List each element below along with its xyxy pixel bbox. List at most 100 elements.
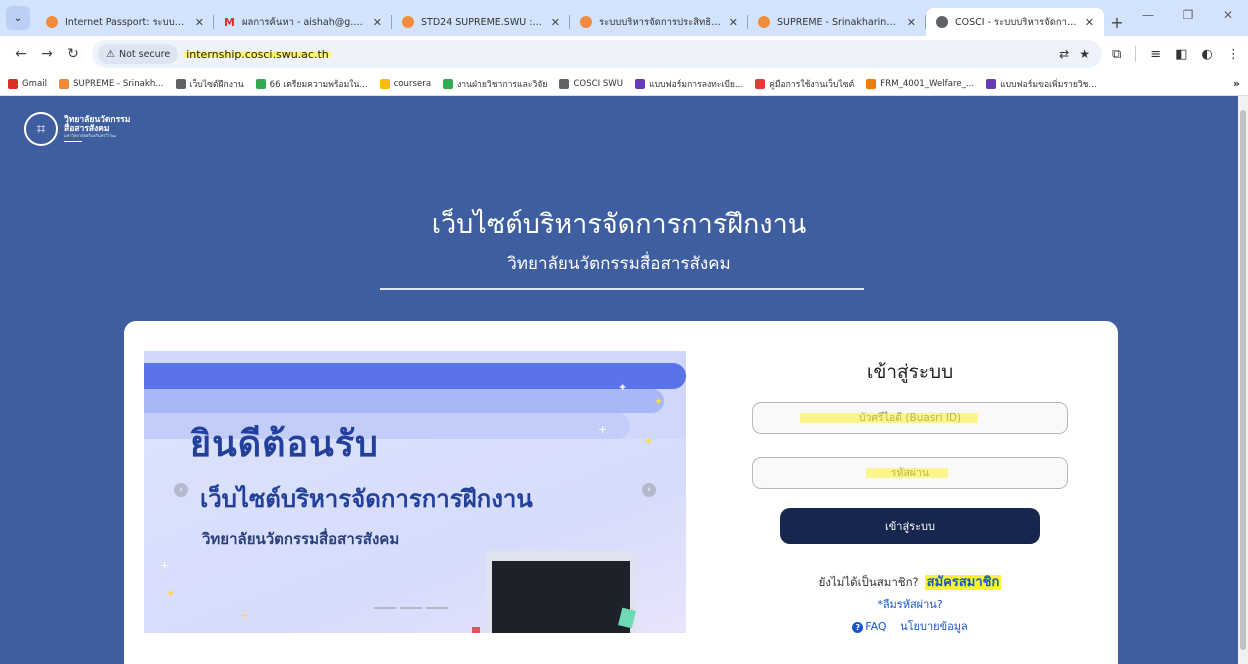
tab-label: Internet Passport: ระบบยืนยันตัว: [65, 16, 189, 28]
banner-college-text: วิทยาลัยนวัตกรรมสื่อสารสังคม: [202, 530, 400, 548]
favicon-icon: [580, 16, 592, 28]
decoration-shape: [472, 627, 480, 633]
bookmark-label: คู่มือการใช้งานเว็บไซต์: [769, 79, 855, 90]
back-button[interactable]: ←: [8, 41, 34, 67]
arrow-left-icon: ←: [15, 46, 27, 62]
browser-toolbar: ← → ↻ ⚠ Not secure internship.cosci.swu.a…: [0, 36, 1248, 72]
omnibox-actions: ⇄ ★: [1059, 47, 1096, 61]
new-tab-button[interactable]: +: [1104, 8, 1130, 36]
reading-list-icon[interactable]: ≡: [1150, 47, 1161, 62]
translate-icon[interactable]: ⇄: [1059, 47, 1069, 61]
bookmark-item[interactable]: แบบฟอร์มขอเพิ่มรายวิช...: [986, 77, 1097, 91]
login-title: เข้าสู่ระบบ: [866, 361, 954, 383]
sparkle-icon: +: [598, 423, 608, 436]
banner-welcome-text: ยินดีต้อนรับ: [190, 424, 379, 465]
menu-icon[interactable]: ⋮: [1227, 47, 1240, 62]
faq-label: FAQ: [865, 620, 887, 633]
tab-strip: ⌄ Internet Passport: ระบบยืนยันตัว ✕ M ผลก…: [0, 0, 1248, 36]
close-icon[interactable]: ✕: [195, 16, 204, 29]
tab-label: COSCI - ระบบบริหารจัดการการฝึก: [955, 16, 1079, 28]
close-window-icon[interactable]: ✕: [1208, 0, 1248, 30]
bookmark-label: COSCI SWU: [573, 78, 624, 89]
bookmark-icon: [635, 78, 646, 89]
sparkle-icon: ✦: [644, 435, 654, 448]
sparkle-icon: ✦: [618, 381, 628, 394]
favicon-icon: [46, 16, 58, 28]
question-icon: ?: [852, 622, 864, 633]
carousel-indicators[interactable]: [374, 607, 448, 609]
forgot-password-link[interactable]: *ลืมรหัสผ่าน?: [752, 595, 1068, 613]
side-panel-icon[interactable]: ◧: [1175, 47, 1187, 62]
privacy-policy-link[interactable]: นโยบายข้อมูล: [900, 620, 968, 633]
welcome-carousel: ✦ ✦ ✦ + ✦ + + ยินดีต้อนรับ เว็บไซต์บริหา…: [144, 351, 686, 633]
browser-tab[interactable]: M ผลการค้นหา - aishah@g.swu.ac.th ✕: [214, 8, 392, 36]
bookmark-label: แบบฟอร์มการลงทะเบีย...: [649, 79, 744, 90]
blackboard-illustration: [486, 551, 636, 633]
bookmark-icon: [443, 78, 454, 89]
star-icon[interactable]: ★: [1079, 47, 1090, 61]
security-chip[interactable]: ⚠ Not secure: [98, 44, 179, 64]
bookmark-item[interactable]: FRM_4001_Welfare_...: [866, 78, 974, 89]
bookmark-item[interactable]: เว็บไซต์ฝึกงาน: [175, 77, 244, 91]
page-scrollbar[interactable]: [1238, 96, 1248, 664]
site-logo[interactable]: ⌗ วิทยาลัยนวัตกรรม สื่อสารสังคม มหาวิทยา…: [24, 112, 130, 146]
sparkle-icon: ✦: [166, 587, 176, 600]
bookmark-label: 66 เตรียมความพร้อมใน...: [269, 79, 368, 90]
bookmark-item[interactable]: Gmail: [8, 78, 48, 89]
help-links: ? FAQ นโยบายข้อมูล: [752, 617, 1068, 635]
restore-icon[interactable]: ❐: [1168, 0, 1208, 30]
reload-button[interactable]: ↻: [60, 41, 86, 67]
signup-link[interactable]: สมัครสมาชิก: [924, 575, 1002, 590]
profile-icon[interactable]: ◐: [1202, 47, 1213, 62]
bookmark-label: Gmail: [22, 78, 48, 89]
not-member-text: ยังไม่ได้เป็นสมาชิก?: [818, 575, 919, 589]
bookmark-item[interactable]: แบบฟอร์มการลงทะเบีย...: [635, 77, 743, 91]
tab-search-button[interactable]: ⌄: [6, 6, 30, 30]
bookmark-icon: [986, 78, 997, 89]
bookmarks-bar: Gmail SUPREME - Srinakh... เว็บไซต์ฝึกงาน 6…: [0, 72, 1248, 96]
scrollbar-thumb[interactable]: [1240, 110, 1246, 650]
faq-link[interactable]: ? FAQ: [852, 620, 887, 633]
title-divider: [380, 288, 864, 290]
window-controls: — ❐ ✕: [1128, 0, 1248, 30]
extensions-icon[interactable]: ⧉: [1112, 47, 1121, 62]
login-button[interactable]: เข้าสู่ระบบ: [780, 508, 1040, 544]
close-icon[interactable]: ✕: [373, 16, 382, 29]
bookmark-item[interactable]: 66 เตรียมความพร้อมใน...: [255, 77, 368, 91]
close-icon[interactable]: ✕: [729, 16, 738, 29]
chevron-down-icon: ⌄: [13, 12, 23, 24]
carousel-prev-icon[interactable]: ‹: [174, 483, 188, 497]
bookmark-item[interactable]: งานฝ่ายวิชาการและวิจัย: [443, 77, 547, 91]
bookmark-item[interactable]: SUPREME - Srinakh...: [59, 78, 164, 89]
logo-emblem-icon: ⌗: [24, 112, 58, 146]
toolbar-actions: ⧉ ≡ ◧ ◐ ⋮: [1112, 46, 1240, 62]
bookmark-item[interactable]: คู่มือการใช้งานเว็บไซต์: [755, 77, 854, 91]
forward-button[interactable]: →: [34, 41, 60, 67]
bookmark-label: งานฝ่ายวิชาการและวิจัย: [457, 79, 548, 90]
url-text[interactable]: internship.cosci.swu.ac.th: [184, 47, 331, 61]
bookmarks-more-button[interactable]: »: [1233, 77, 1240, 90]
browser-tab[interactable]: STD24 SUPREME.SWU : ระบบ ✕: [392, 8, 570, 36]
bookmark-item[interactable]: coursera: [379, 78, 431, 89]
browser-tab-active[interactable]: COSCI - ระบบบริหารจัดการการฝึก ✕: [926, 8, 1104, 36]
close-icon[interactable]: ✕: [907, 16, 916, 29]
minimize-icon[interactable]: —: [1128, 0, 1168, 30]
page-title: เว็บไซต์บริหารจัดการการฝึกงาน: [431, 209, 807, 240]
browser-tab[interactable]: Internet Passport: ระบบยืนยันตัว ✕: [36, 8, 214, 36]
bookmark-label: เว็บไซต์ฝึกงาน: [189, 79, 244, 90]
browser-tab[interactable]: SUPREME - Srinakharinwirot ✕: [748, 8, 926, 36]
bookmark-item[interactable]: COSCI SWU: [559, 78, 624, 89]
carousel-next-icon[interactable]: ›: [642, 483, 656, 497]
page-subtitle: วิทยาลัยนวัตกรรมสื่อสารสังคม: [507, 254, 731, 274]
close-icon[interactable]: ✕: [551, 16, 560, 29]
login-card: ✦ ✦ ✦ + ✦ + + ยินดีต้อนรับ เว็บไซต์บริหา…: [124, 321, 1118, 664]
address-bar[interactable]: ⚠ Not secure internship.cosci.swu.ac.th ⇄…: [92, 40, 1102, 68]
browser-tab[interactable]: ระบบบริหารจัดการประสิทธิภาพ ✕: [570, 8, 748, 36]
highlight-mark: [800, 413, 978, 423]
close-icon[interactable]: ✕: [1085, 16, 1094, 29]
tab-label: STD24 SUPREME.SWU : ระบบ: [421, 16, 545, 28]
tab-label: SUPREME - Srinakharinwirot: [777, 16, 901, 28]
bookmark-label: แบบฟอร์มขอเพิ่มรายวิช...: [1000, 79, 1097, 90]
bookmark-icon: [8, 78, 18, 89]
bookmark-label: SUPREME - Srinakh...: [73, 78, 164, 89]
